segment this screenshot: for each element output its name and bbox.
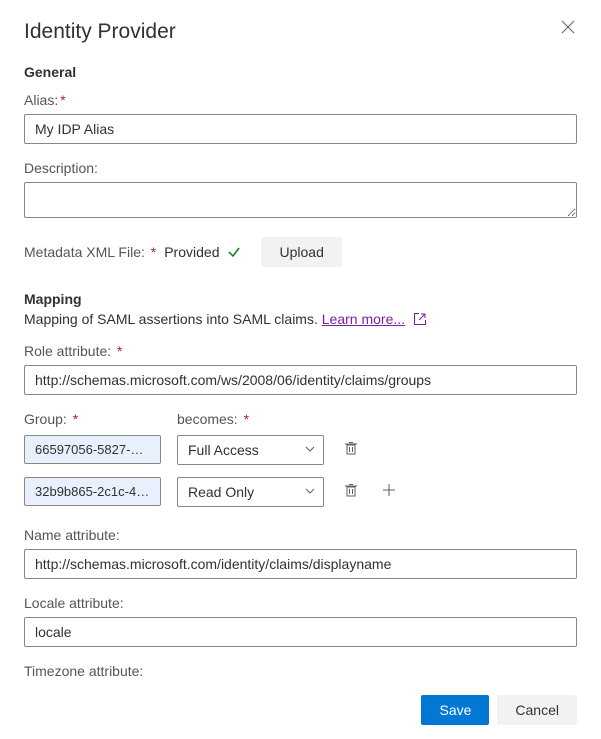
group-input[interactable] xyxy=(24,477,161,506)
delete-mapping-button[interactable] xyxy=(340,437,362,462)
upload-button[interactable]: Upload xyxy=(261,237,341,267)
metadata-label: Metadata XML File: * xyxy=(24,244,156,260)
role-attribute-label: Role attribute: * xyxy=(24,343,577,359)
group-header: Group: * xyxy=(24,411,161,427)
cancel-button[interactable]: Cancel xyxy=(497,695,577,725)
external-link-icon xyxy=(413,312,427,329)
mapping-headers: Group: * becomes: * xyxy=(24,411,577,427)
locale-attribute-field: Locale attribute: xyxy=(24,595,577,647)
description-input[interactable] xyxy=(24,182,577,218)
dialog-header: Identity Provider xyxy=(0,0,601,56)
required-marker: * xyxy=(113,343,122,359)
group-input[interactable] xyxy=(24,435,161,464)
role-attribute-input[interactable] xyxy=(24,365,577,395)
description-field: Description: xyxy=(24,160,577,221)
mapping-section-title: Mapping xyxy=(24,291,577,307)
alias-field: Alias:* xyxy=(24,92,577,144)
locale-attribute-label: Locale attribute: xyxy=(24,595,577,611)
timezone-attribute-label: Timezone attribute: xyxy=(24,663,577,679)
check-icon xyxy=(227,245,241,259)
role-attribute-field: Role attribute: * xyxy=(24,343,577,395)
name-attribute-label: Name attribute: xyxy=(24,527,577,543)
alias-input[interactable] xyxy=(24,114,577,144)
description-label: Description: xyxy=(24,160,577,176)
name-attribute-field: Name attribute: xyxy=(24,527,577,579)
plus-icon xyxy=(382,483,396,500)
metadata-status: Provided xyxy=(164,244,219,260)
becomes-select[interactable]: Read Only xyxy=(177,477,324,507)
required-marker: * xyxy=(240,411,249,427)
add-mapping-button[interactable] xyxy=(378,479,400,504)
mapping-row: Read Only xyxy=(24,477,577,507)
mapping-row: Full Access xyxy=(24,435,577,465)
learn-more-link[interactable]: Learn more... xyxy=(322,311,405,327)
trash-icon xyxy=(344,483,358,500)
trash-icon xyxy=(344,441,358,458)
mapping-description: Mapping of SAML assertions into SAML cla… xyxy=(24,311,577,329)
alias-label: Alias:* xyxy=(24,92,577,108)
required-marker: * xyxy=(69,411,78,427)
name-attribute-input[interactable] xyxy=(24,549,577,579)
close-icon xyxy=(561,22,575,37)
locale-attribute-input[interactable] xyxy=(24,617,577,647)
delete-mapping-button[interactable] xyxy=(340,479,362,504)
save-button[interactable]: Save xyxy=(421,695,489,725)
required-marker: * xyxy=(60,92,65,108)
becomes-header: becomes: * xyxy=(177,411,324,427)
dialog-footer: Save Cancel xyxy=(0,681,601,739)
required-marker: * xyxy=(147,244,156,260)
timezone-attribute-field: Timezone attribute: xyxy=(24,663,577,679)
close-button[interactable] xyxy=(559,18,577,39)
general-section-title: General xyxy=(24,64,577,80)
becomes-select[interactable]: Full Access xyxy=(177,435,324,465)
metadata-row: Metadata XML File: * Provided Upload xyxy=(24,237,577,267)
dialog-title: Identity Provider xyxy=(24,20,176,44)
dialog-body[interactable]: General Alias:* Description: Metadata XM… xyxy=(0,56,601,681)
identity-provider-dialog: Identity Provider General Alias:* Descri… xyxy=(0,0,601,739)
